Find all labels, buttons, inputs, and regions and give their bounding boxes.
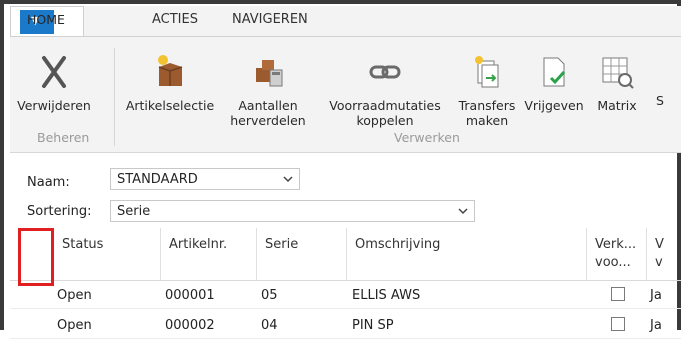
cell-description: ELLIS AWS — [352, 288, 421, 303]
items-grid: Status Artikelnr. Serie Omschrijving Ver… — [10, 228, 681, 339]
chevron-down-icon — [458, 208, 468, 215]
chevron-down-icon — [283, 176, 293, 183]
column-series[interactable]: Serie — [256, 228, 346, 280]
cell-item-no: 000002 — [165, 318, 215, 333]
link-inventory-button[interactable]: Voorraadmutaties koppelen — [320, 52, 450, 128]
left-border — [0, 0, 4, 330]
top-border — [0, 0, 681, 4]
sort-select[interactable]: Serie — [110, 200, 475, 222]
release-button[interactable]: Vrijgeven — [522, 52, 586, 113]
tab-navigeren[interactable]: NAVIGEREN — [232, 12, 308, 27]
column-description[interactable]: Omschrijving — [346, 228, 586, 280]
group-label-verwerken: Verwerken — [394, 130, 460, 145]
matrix-button[interactable]: Matrix — [588, 52, 646, 113]
cell-status: Open — [57, 318, 92, 333]
cell-truncated: Ja — [650, 318, 662, 333]
table-row[interactable]: Open 000001 05 ELLIS AWS Ja — [10, 282, 681, 309]
column-sales[interactable]: Verk... voo... — [586, 228, 646, 280]
grid-header: Status Artikelnr. Serie Omschrijving Ver… — [10, 228, 681, 281]
boxes-calculator-icon — [256, 60, 283, 87]
cell-series: 05 — [261, 288, 278, 303]
delete-button[interactable]: Verwijderen — [10, 52, 98, 113]
table-row[interactable]: Open 000002 04 PIN SP Ja — [10, 312, 681, 339]
redistribute-quantities-button[interactable]: Aantallen herverdelen — [222, 52, 314, 128]
column-item-no[interactable]: Artikelnr. — [160, 228, 256, 280]
grid-search-icon — [602, 57, 634, 89]
box-icon — [158, 55, 183, 86]
group-label-beheren: Beheren — [37, 130, 90, 145]
sales-checkbox[interactable] — [611, 287, 625, 301]
truncated-button[interactable]: S — [654, 93, 666, 108]
name-select[interactable]: STANDAARD — [110, 168, 300, 190]
cell-description: PIN SP — [352, 318, 394, 333]
cell-item-no: 000001 — [165, 288, 215, 303]
ribbon-tabs: ▼ HOME ACTIES NAVIGEREN — [10, 6, 681, 37]
column-status[interactable]: Status — [54, 228, 160, 280]
cell-series: 04 — [261, 318, 278, 333]
column-truncated[interactable]: V v — [646, 228, 681, 280]
name-label: Naam: — [27, 175, 70, 190]
red-highlight-box — [18, 228, 54, 286]
link-icon — [369, 65, 401, 79]
ribbon: ▼ HOME ACTIES NAVIGEREN Verwijderen Behe… — [10, 6, 681, 153]
sort-label: Sortering: — [27, 204, 92, 219]
document-transfer-icon — [475, 56, 499, 88]
ribbon-separator — [114, 48, 115, 146]
item-selection-button[interactable]: Artikelselectie — [124, 52, 216, 113]
document-check-icon — [543, 57, 566, 87]
create-transfers-button[interactable]: Transfers maken — [452, 52, 522, 128]
cell-truncated: Ja — [650, 288, 662, 303]
sales-checkbox[interactable] — [611, 317, 625, 331]
cell-status: Open — [57, 288, 92, 303]
tab-acties[interactable]: ACTIES — [152, 12, 198, 27]
delete-x-icon — [42, 56, 66, 88]
screenshot-frame: ▼ HOME ACTIES NAVIGEREN Verwijderen Behe… — [0, 0, 681, 339]
